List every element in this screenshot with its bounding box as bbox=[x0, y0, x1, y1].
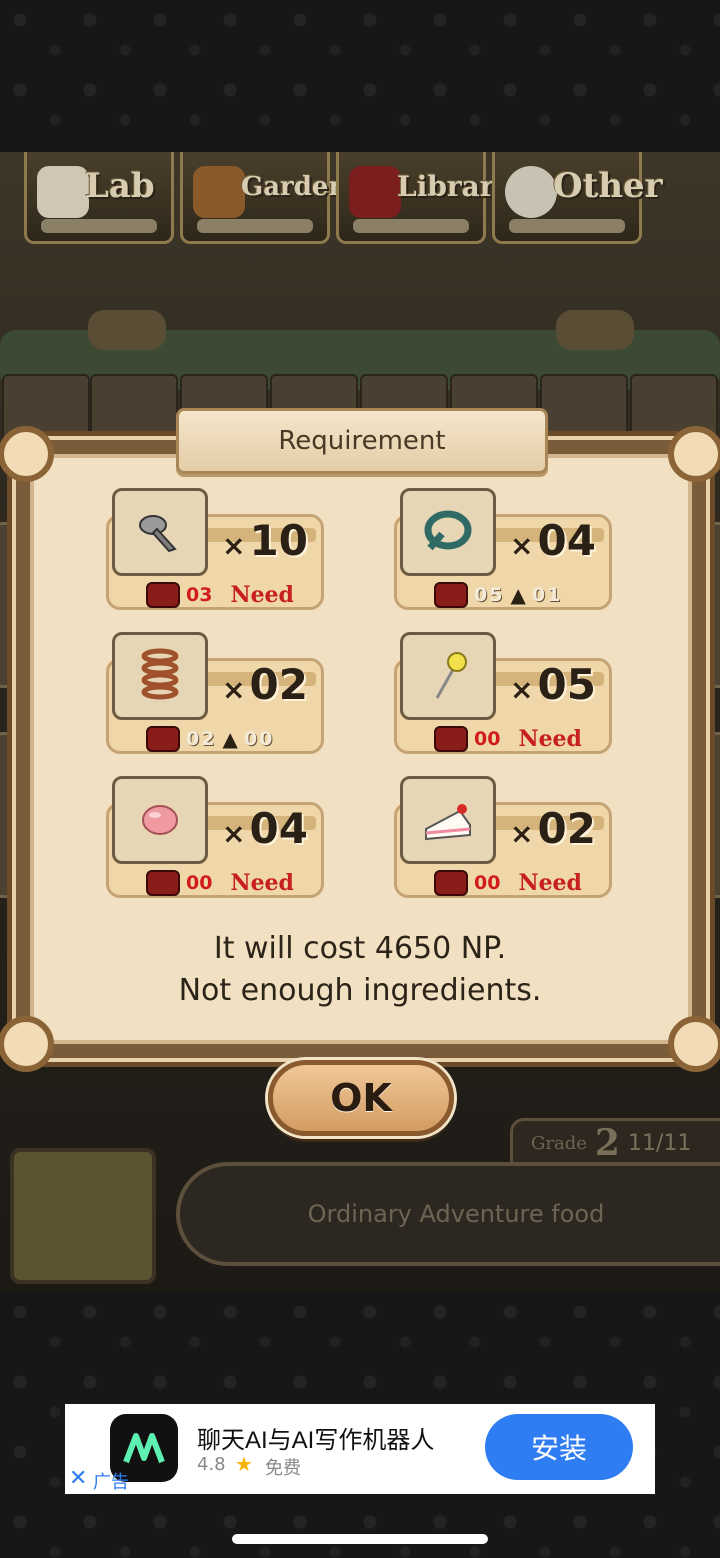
close-icon[interactable]: ✕ bbox=[69, 1466, 87, 1491]
ingredient-remaining: 00 bbox=[243, 728, 275, 750]
chest-icon bbox=[146, 582, 180, 608]
ingredient-slot: ×02 02 ▲ 00 bbox=[106, 632, 326, 756]
hose-icon bbox=[400, 488, 496, 576]
ingredient-owned: 00 bbox=[186, 872, 213, 894]
ingredient-owned: 00 bbox=[474, 728, 501, 750]
ingredient-slot: ×10 03 Need bbox=[106, 488, 326, 612]
ingredient-owned: 02 bbox=[186, 728, 217, 750]
magnifier-icon bbox=[505, 166, 557, 218]
tab-garden[interactable]: Garden bbox=[180, 152, 347, 244]
dialog-title: Requirement bbox=[278, 426, 446, 456]
ingredient-stock: 05 ▲ 01 bbox=[434, 582, 562, 608]
need-label: Need bbox=[230, 582, 294, 608]
item-description: Ordinary Adventure food bbox=[307, 1200, 605, 1228]
ingredient-slot: ×04 00 Need bbox=[106, 776, 326, 900]
skull-icon bbox=[37, 166, 89, 218]
cake-icon bbox=[400, 776, 496, 864]
tab-lab[interactable]: Lab bbox=[24, 152, 174, 244]
item-count: 11/11 bbox=[627, 1130, 692, 1156]
item-description-box: Ordinary Adventure food bbox=[176, 1162, 720, 1266]
book-icon bbox=[349, 166, 401, 218]
ingredient-stock: 00 Need bbox=[434, 726, 582, 752]
chest-icon bbox=[146, 726, 180, 752]
grade-value: 2 bbox=[594, 1122, 620, 1164]
chest-icon bbox=[434, 582, 468, 608]
ad-title: 聊天AI与AI写作机器人 bbox=[197, 1427, 435, 1454]
arrow-icon: ▲ bbox=[222, 727, 238, 751]
dialog-corner-ornament bbox=[668, 426, 720, 482]
install-button[interactable]: 安装 bbox=[485, 1414, 633, 1480]
warning-line: Not enough ingredients. bbox=[178, 973, 542, 1008]
tab-library[interactable]: Library bbox=[336, 152, 511, 244]
need-label: Need bbox=[518, 870, 582, 896]
mushroom-icon bbox=[193, 166, 245, 218]
tab-lab-label: Lab bbox=[85, 166, 155, 206]
ingredient-required-qty: 02 bbox=[249, 660, 308, 709]
dialog-corner-ornament bbox=[0, 426, 54, 482]
dialog-message: It will cost 4650 NP. Not enough ingredi… bbox=[0, 928, 720, 1012]
grade-label: Grade bbox=[531, 1132, 587, 1154]
ok-button[interactable]: OK bbox=[268, 1060, 454, 1136]
ad-banner[interactable]: 聊天AI与AI写作机器人 4.8 ★ 免费 安装 ✕ 广告 bbox=[65, 1404, 655, 1494]
ad-rating: 4.8 bbox=[197, 1454, 226, 1475]
ingredient-owned: 05 bbox=[474, 584, 505, 606]
candy-icon bbox=[112, 776, 208, 864]
chest-icon bbox=[146, 870, 180, 896]
ingredient-required-qty: 04 bbox=[537, 516, 596, 565]
cost-line: It will cost 4650 NP. bbox=[213, 931, 507, 966]
top-background bbox=[0, 0, 720, 152]
need-label: Need bbox=[230, 870, 294, 896]
ingredient-required-qty: 04 bbox=[249, 804, 308, 853]
screw-icon bbox=[112, 488, 208, 576]
dialog-title-banner: Requirement bbox=[176, 408, 548, 474]
ingredient-slot: ×05 00 Need bbox=[394, 632, 614, 756]
ingredient-required-qty: 05 bbox=[537, 660, 596, 709]
ingredient-owned: 00 bbox=[474, 872, 501, 894]
ingredient-stock: 03 Need bbox=[146, 582, 294, 608]
ingredient-stock: 00 Need bbox=[434, 870, 582, 896]
ingredient-required-qty: 10 bbox=[249, 516, 308, 565]
tab-garden-label: Garden bbox=[241, 172, 348, 202]
ingredient-slot: ×04 05 ▲ 01 bbox=[394, 488, 614, 612]
chest-icon bbox=[434, 726, 468, 752]
ingredient-remaining: 01 bbox=[531, 584, 563, 606]
ingredient-stock: 00 Need bbox=[146, 870, 294, 896]
need-label: Need bbox=[518, 726, 582, 752]
ingredient-owned: 03 bbox=[186, 584, 213, 606]
lollipop-icon bbox=[400, 632, 496, 720]
tab-other-label: Other bbox=[553, 166, 663, 206]
ad-price: 免费 bbox=[265, 1458, 301, 1479]
star-icon: ★ bbox=[235, 1452, 253, 1476]
ingredient-required-qty: 02 bbox=[537, 804, 596, 853]
chest-icon bbox=[434, 870, 468, 896]
ingredient-slot: ×02 00 Need bbox=[394, 776, 614, 900]
ad-label: 广告 bbox=[93, 1472, 129, 1493]
tab-other[interactable]: Other bbox=[492, 152, 663, 244]
spring-icon bbox=[112, 632, 208, 720]
ingredient-stock: 02 ▲ 00 bbox=[146, 726, 274, 752]
arrow-icon: ▲ bbox=[510, 583, 526, 607]
grade-plate: Grade 2 11/11 bbox=[510, 1118, 720, 1168]
dialog-corner-ornament bbox=[0, 1016, 54, 1072]
item-thumbnail[interactable] bbox=[10, 1148, 156, 1284]
dialog-corner-ornament bbox=[668, 1016, 720, 1072]
home-indicator[interactable] bbox=[232, 1534, 488, 1544]
